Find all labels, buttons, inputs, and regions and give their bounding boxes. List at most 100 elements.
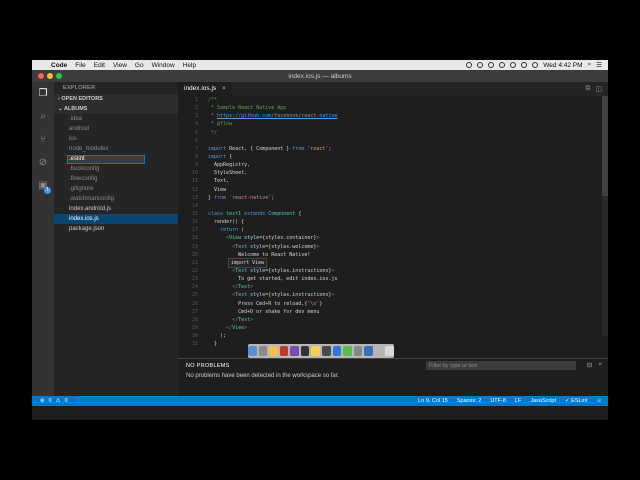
encoding[interactable]: UTF-8 <box>490 398 506 404</box>
code-editor[interactable]: 1/** 2 * Sample React Native App 3 * https… <box>178 96 602 347</box>
problems-filter-input[interactable] <box>426 361 576 370</box>
code-line[interactable]: 3 * https://github.com/facebook/react-na… <box>178 112 602 120</box>
preview-icon[interactable] <box>374 346 384 356</box>
bluetooth-icon[interactable] <box>488 62 495 68</box>
split-editor-icon[interactable]: ◫ <box>595 85 602 93</box>
editor-scrollbar[interactable] <box>602 96 608 336</box>
smiley-app-icon[interactable] <box>311 346 320 356</box>
code-line[interactable]: 9 AppRegistry, <box>178 161 602 169</box>
code-line[interactable]: 26 Press Cmd+R to reload,{'\n'} <box>178 300 602 308</box>
chrome-icon[interactable] <box>269 346 278 356</box>
apple-icon[interactable] <box>38 61 47 70</box>
minimize-window-button[interactable] <box>47 73 53 79</box>
spotlight-icon[interactable]: ⌕ <box>588 61 592 69</box>
close-window-button[interactable] <box>38 73 44 79</box>
autocomplete-suggestion[interactable]: import View <box>228 258 268 268</box>
code-line[interactable]: 8 import { <box>178 153 602 161</box>
collapse-all-icon[interactable]: ⊟ <box>587 361 592 369</box>
terminal-app-icon[interactable] <box>322 346 331 356</box>
explorer-activity-button[interactable]: ❐ <box>32 82 54 105</box>
safari-icon[interactable] <box>353 346 363 356</box>
menu-file[interactable]: File <box>75 62 85 69</box>
terminal-icon[interactable] <box>300 346 310 356</box>
code-line[interactable]: 23 To get started, edit index.ios.js <box>178 275 602 283</box>
menu-window[interactable]: Window <box>152 62 175 69</box>
tree-item-package-json[interactable]: package.json <box>54 224 178 234</box>
menu-app-name[interactable]: Code <box>51 62 67 69</box>
code-line[interactable]: 2 * Sample React Native App <box>178 104 602 112</box>
tab-index-ios[interactable]: index.ios.js × <box>178 82 232 96</box>
line-ending[interactable]: LF <box>515 398 521 404</box>
code-line[interactable]: 10 StyleSheet, <box>178 169 602 177</box>
close-panel-icon[interactable]: × <box>598 361 602 369</box>
code-line[interactable]: 30 ); <box>178 332 602 340</box>
code-line[interactable]: 29 </View> <box>178 324 602 332</box>
tree-item-index-android[interactable]: index.android.js <box>54 204 178 214</box>
code-line[interactable]: 22 <Text style={styles.instructions}> <box>178 267 602 275</box>
project-section[interactable]: ⌄ ALBUMS <box>54 104 178 114</box>
code-line[interactable]: 18 <View style={styles.container}> <box>178 234 602 242</box>
code-line[interactable]: 6 <box>178 137 602 145</box>
problems-status[interactable]: ⊗ 0 ⚠ 0 <box>40 398 68 404</box>
launchpad-icon[interactable] <box>258 346 268 356</box>
debug-activity-button[interactable]: ⊘ <box>32 151 54 174</box>
menu-view[interactable]: View <box>113 62 127 69</box>
indentation[interactable]: Spaces: 2 <box>457 398 481 404</box>
wifi-icon[interactable] <box>499 62 506 68</box>
code-line[interactable]: 25 <Text style={styles.instructions}> <box>178 291 602 299</box>
flag-icon[interactable] <box>532 62 539 68</box>
code-line[interactable]: 11 Text, <box>178 177 602 185</box>
language-mode[interactable]: JavaScript <box>530 398 556 404</box>
code-line[interactable]: 5 */ <box>178 129 602 137</box>
extensions-activity-button[interactable]: ▣ 1 <box>32 174 54 197</box>
scrollbar-thumb[interactable] <box>602 96 608 196</box>
notification-center-icon[interactable]: ☰ <box>596 61 602 69</box>
code-line[interactable]: 4 * @flow <box>178 120 602 128</box>
tree-item-ios[interactable]: ios <box>54 134 178 144</box>
menu-edit[interactable]: Edit <box>94 62 105 69</box>
search-activity-button[interactable]: ⌕ <box>32 105 54 128</box>
open-editors-section[interactable]: › OPEN EDITORS <box>54 94 178 104</box>
scm-activity-button[interactable]: ⑂ <box>32 128 54 151</box>
trash-icon[interactable] <box>385 346 395 356</box>
code-line[interactable]: 27 Cmd+D or shake for dev menu <box>178 308 602 316</box>
app-icon[interactable] <box>279 346 289 356</box>
tree-item-watchmanconfig[interactable]: .watchmanconfig <box>54 194 178 204</box>
finder-icon[interactable] <box>247 346 257 356</box>
eslint-status[interactable]: ✓ ESLint <box>565 398 587 404</box>
code-line[interactable]: 19 <Text style={styles.welcome}> <box>178 243 602 251</box>
tree-item-node-modules[interactable]: node_modules <box>54 144 178 154</box>
zoom-window-button[interactable] <box>56 73 62 79</box>
android-icon[interactable] <box>343 346 352 356</box>
volume-icon[interactable] <box>510 62 517 68</box>
vscode-icon[interactable] <box>332 346 342 356</box>
menu-help[interactable]: Help <box>183 62 196 69</box>
sync-icon[interactable] <box>477 62 484 68</box>
tree-item-buckconfig[interactable]: .buckconfig <box>54 164 178 174</box>
smiley-icon[interactable]: ☺ <box>596 398 602 404</box>
app-store-icon[interactable] <box>364 346 373 356</box>
tree-item-gitignore[interactable]: .gitignore <box>54 184 178 194</box>
battery-icon[interactable] <box>521 62 528 68</box>
podcast-icon[interactable] <box>290 346 299 356</box>
new-file-name-input[interactable] <box>67 154 145 164</box>
tree-item-idea[interactable]: .idea <box>54 114 178 124</box>
cursor-position[interactable]: Ln 9, Col 15 <box>418 398 448 404</box>
tree-item-android[interactable]: android <box>54 124 178 134</box>
close-tab-icon[interactable]: × <box>222 82 226 96</box>
menu-go[interactable]: Go <box>135 62 144 69</box>
code-line[interactable]: 24 </Text> <box>178 283 602 291</box>
tree-item-flowconfig[interactable]: .flowconfig <box>54 174 178 184</box>
record-icon[interactable] <box>466 62 473 68</box>
code-line[interactable]: 1 /** <box>178 96 602 104</box>
code-line[interactable]: 12 View <box>178 186 602 194</box>
code-line[interactable]: 15 class test1 extends Component { <box>178 210 602 218</box>
code-line[interactable]: 17 return ( <box>178 226 602 234</box>
code-line[interactable]: 14 <box>178 202 602 210</box>
code-line[interactable]: 7 import React, { Component } from 'react… <box>178 145 602 153</box>
code-line[interactable]: 28 </Text> <box>178 316 602 324</box>
open-changes-icon[interactable]: ⧉ <box>585 85 590 93</box>
menubar-clock[interactable]: Wed 4:42 PM <box>543 62 582 69</box>
tree-item-index-ios[interactable]: index.ios.js <box>54 214 178 224</box>
code-line[interactable]: 13} from 'react-native'; <box>178 194 602 202</box>
